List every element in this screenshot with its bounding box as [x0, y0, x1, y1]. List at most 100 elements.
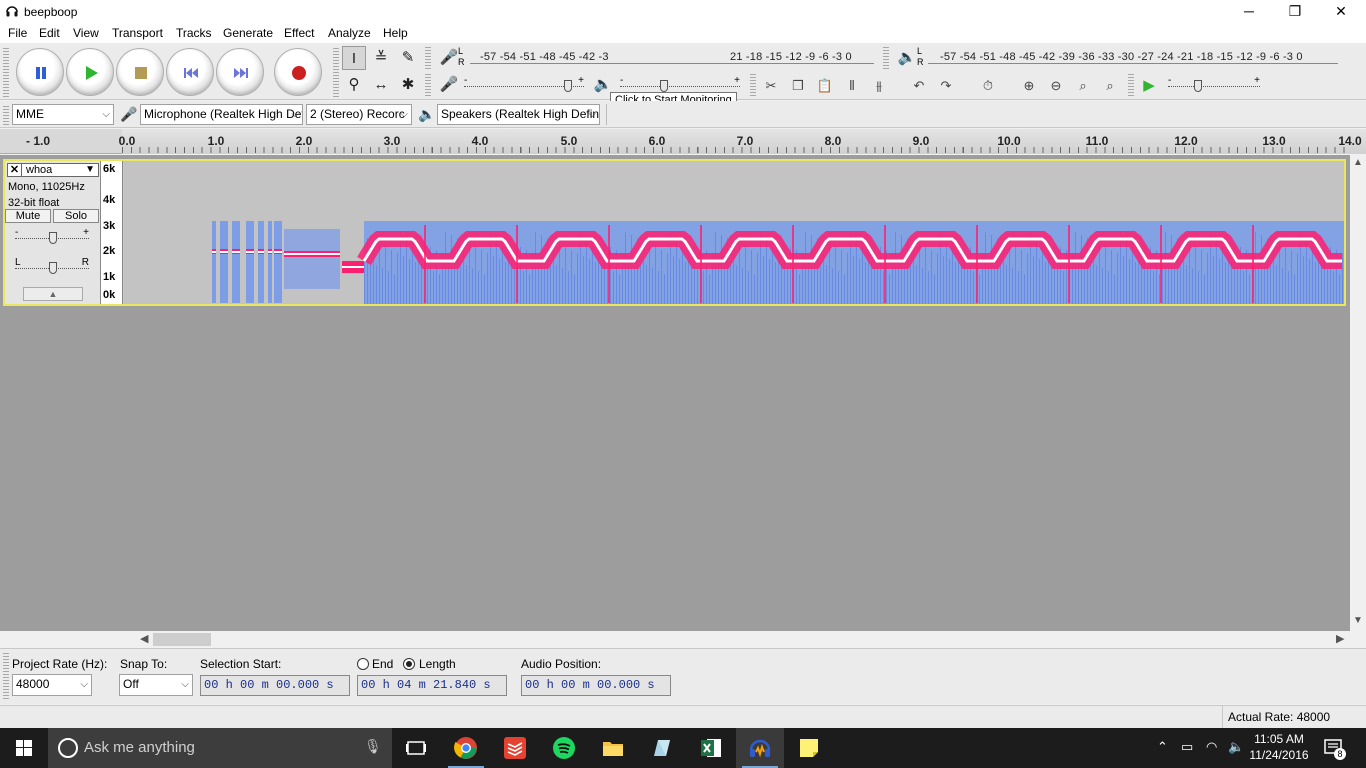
output-volume-slider[interactable]: - +	[620, 75, 740, 93]
slider-thumb[interactable]	[49, 262, 57, 274]
skip-to-end-button[interactable]	[216, 48, 264, 96]
recording-device-select[interactable]: Microphone (Realtek High Def ⌵	[140, 104, 303, 125]
taskbar-spotify[interactable]	[540, 728, 588, 768]
taskbar-excel[interactable]	[687, 728, 735, 768]
toolbar-grip[interactable]	[333, 47, 339, 97]
scroll-right-icon[interactable]: ▶	[1336, 632, 1344, 645]
zoom-out-icon[interactable]: ⊖	[1045, 77, 1067, 95]
taskbar-search[interactable]: Ask me anything 🎙	[48, 728, 392, 768]
taskbar-sticky-notes[interactable]	[785, 728, 833, 768]
copy-icon[interactable]: ❐	[787, 77, 809, 95]
end-label[interactable]: End	[372, 657, 393, 671]
zoom-in-icon[interactable]: ⊕	[1018, 77, 1040, 95]
close-button[interactable]: ✕	[1318, 0, 1364, 24]
toolbar-grip[interactable]	[425, 74, 431, 96]
undo-icon[interactable]: ↶	[908, 77, 930, 95]
toolbar-grip[interactable]	[750, 74, 756, 96]
selection-start-field[interactable]: 00 h 00 m 00.000 s	[200, 675, 350, 696]
audio-host-select[interactable]: MME ⌵	[12, 104, 114, 125]
taskbar-clock[interactable]: 11:05 AM 11/24/2016	[1246, 731, 1312, 763]
cut-icon[interactable]: ✂	[760, 77, 782, 95]
slider-thumb[interactable]	[660, 80, 668, 92]
record-button[interactable]	[274, 48, 322, 96]
taskbar-todoist[interactable]	[491, 728, 539, 768]
timeshift-tool-icon[interactable]: ↔	[369, 73, 393, 97]
spectrogram-display[interactable]	[124, 161, 1344, 304]
audio-position-field[interactable]: 00 h 00 m 00.000 s	[521, 675, 671, 696]
toolbar-grip[interactable]	[3, 47, 9, 97]
play-button[interactable]	[66, 48, 114, 96]
playback-device-select[interactable]: Speakers (Realtek High Defini ⌵	[437, 104, 600, 125]
collapse-track-button[interactable]: ▲	[23, 287, 83, 301]
menu-generate[interactable]: Generate	[223, 26, 273, 40]
maximize-button[interactable]: ❐	[1272, 0, 1318, 24]
volume-icon[interactable]: 🔈	[1228, 739, 1244, 755]
playback-meter-speaker-icon[interactable]: 🔈	[895, 46, 919, 70]
pause-button[interactable]	[16, 48, 64, 96]
wifi-icon[interactable]: ◠	[1206, 739, 1217, 755]
taskbar-chrome[interactable]	[442, 728, 490, 768]
sync-lock-icon[interactable]: ⏱	[977, 77, 999, 95]
taskbar-notes-app[interactable]	[638, 728, 686, 768]
menu-edit[interactable]: Edit	[39, 26, 60, 40]
track-menu-arrow-icon[interactable]: ▼	[85, 164, 95, 176]
horizontal-scroll-thumb[interactable]	[153, 633, 211, 646]
track-area[interactable]: ✕ whoa ▼ Mono, 11025Hz 32-bit float Mute…	[0, 155, 1350, 631]
scroll-up-icon[interactable]: ▲	[1353, 157, 1363, 168]
input-volume-slider[interactable]: - +	[464, 75, 584, 93]
playback-meter[interactable]: -57 -54 -51 -48 -45 -42 -39 -36 -33 -30 …	[926, 46, 1344, 66]
selection-tool-icon[interactable]: I	[342, 46, 366, 70]
menu-help[interactable]: Help	[383, 26, 408, 40]
frequency-ruler[interactable]: 6k 4k 3k 2k 1k 0k	[101, 161, 123, 304]
silence-icon[interactable]: ⫵	[868, 77, 890, 95]
paste-icon[interactable]: 📋	[814, 77, 836, 95]
selection-length-field[interactable]: 00 h 04 m 21.840 s	[357, 675, 507, 696]
record-meter[interactable]: -57 -54 -51 -48 -45 -42 -3 21 -18 -15 -1…	[468, 46, 878, 66]
menu-analyze[interactable]: Analyze	[328, 26, 371, 40]
play-at-speed-icon[interactable]: ▶	[1138, 77, 1160, 95]
start-button[interactable]	[0, 728, 48, 768]
multi-tool-icon[interactable]: ✱	[396, 73, 420, 97]
menu-file[interactable]: File	[8, 26, 27, 40]
end-radio[interactable]	[357, 658, 369, 670]
slider-thumb[interactable]	[564, 80, 572, 92]
draw-tool-icon[interactable]: ✎	[396, 46, 420, 70]
toolbar-grip[interactable]	[883, 47, 889, 69]
solo-button[interactable]: Solo	[53, 209, 99, 223]
mute-button[interactable]: Mute	[5, 209, 51, 223]
trim-icon[interactable]: ⫴	[841, 77, 863, 95]
fit-project-icon[interactable]: ⌕	[1099, 77, 1121, 95]
toolbar-grip[interactable]	[425, 47, 431, 69]
menu-view[interactable]: View	[73, 26, 99, 40]
taskbar-file-explorer[interactable]	[589, 728, 637, 768]
track-name-bar[interactable]: ✕ whoa ▼	[7, 163, 99, 177]
minimize-button[interactable]: ─	[1226, 0, 1272, 24]
toolbar-grip[interactable]	[1128, 74, 1134, 96]
project-rate-select[interactable]: 48000 ⌵	[12, 674, 92, 696]
slider-thumb[interactable]	[49, 232, 57, 244]
action-center-button[interactable]: 8	[1322, 736, 1346, 760]
recording-channels-select[interactable]: 2 (Stereo) Recorc ⌵	[306, 104, 412, 125]
stop-button[interactable]	[116, 48, 164, 96]
scroll-down-icon[interactable]: ▼	[1353, 615, 1363, 626]
menu-tracks[interactable]: Tracks	[176, 26, 212, 40]
gain-slider[interactable]: - +	[15, 227, 89, 245]
vertical-scrollbar[interactable]: ▲ ▼	[1350, 155, 1366, 631]
snap-to-select[interactable]: Off ⌵	[119, 674, 193, 696]
toolbar-grip[interactable]	[3, 104, 9, 125]
timeline-ruler[interactable]: - 1.0 0.0 1.0 2.0 3.0 4.0 5.0 6.0 7.0 8.…	[0, 129, 1366, 154]
pan-slider[interactable]: L R	[15, 257, 89, 275]
redo-icon[interactable]: ↷	[935, 77, 957, 95]
zoom-tool-icon[interactable]: ⚲	[342, 73, 366, 97]
length-radio[interactable]	[403, 658, 415, 670]
play-speed-slider[interactable]: - +	[1168, 75, 1260, 93]
taskbar-audacity[interactable]	[736, 728, 784, 768]
menu-effect[interactable]: Effect	[284, 26, 314, 40]
microphone-icon[interactable]: 🎙	[364, 738, 382, 755]
scroll-left-icon[interactable]: ◀	[140, 632, 148, 645]
battery-icon[interactable]: ▭	[1181, 739, 1193, 755]
horizontal-scrollbar[interactable]: ◀ ▶	[138, 631, 1350, 648]
track-close-icon[interactable]: ✕	[8, 164, 22, 176]
skip-to-start-button[interactable]	[166, 48, 214, 96]
audio-track[interactable]: ✕ whoa ▼ Mono, 11025Hz 32-bit float Mute…	[3, 159, 1346, 306]
